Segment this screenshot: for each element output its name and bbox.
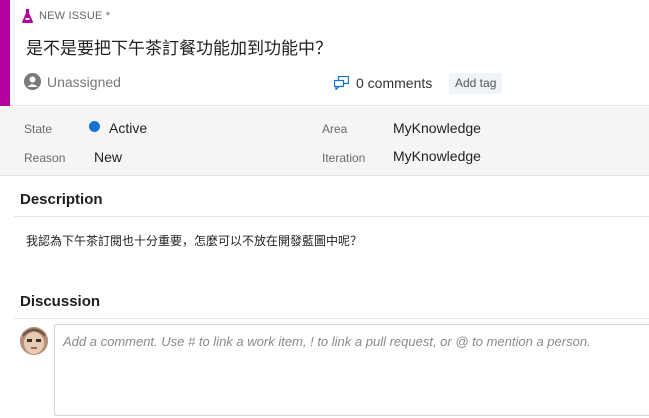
state-label: State bbox=[24, 122, 53, 136]
add-tag-button[interactable]: Add tag bbox=[449, 73, 503, 94]
issue-flask-icon bbox=[22, 9, 33, 23]
type-color-bar bbox=[0, 0, 10, 106]
work-item-header: NEW ISSUE * 是不是要把下午茶訂餐功能加到功能中？ Unassigne… bbox=[0, 0, 649, 106]
assignee-picker[interactable]: Unassigned bbox=[24, 73, 121, 90]
description-heading: Description bbox=[20, 191, 103, 208]
work-item-title[interactable]: 是不是要把下午茶訂餐功能加到功能中？ bbox=[26, 34, 332, 59]
current-user-avatar bbox=[20, 327, 48, 355]
comment-input[interactable] bbox=[55, 325, 649, 415]
comments-icon bbox=[334, 76, 349, 90]
comments-link[interactable]: 0 comments bbox=[334, 75, 432, 91]
state-value[interactable]: Active bbox=[109, 120, 147, 136]
discussion-heading: Discussion bbox=[20, 293, 101, 310]
unassigned-avatar-icon bbox=[24, 73, 41, 90]
reason-label: Reason bbox=[24, 151, 66, 165]
description-body[interactable]: 我認為下午茶訂閱也十分重要，怎麼可以不放在開發藍圖中呢？ bbox=[26, 232, 362, 249]
fields-panel bbox=[0, 107, 649, 176]
area-value[interactable]: MyKnowledge bbox=[393, 120, 481, 136]
description-divider bbox=[14, 216, 649, 217]
comments-count-label: 0 comments bbox=[356, 75, 433, 91]
state-active-icon bbox=[89, 121, 100, 132]
iteration-label: Iteration bbox=[322, 151, 366, 165]
area-label: Area bbox=[322, 122, 348, 136]
work-item-type-label: NEW ISSUE * bbox=[39, 10, 111, 22]
assignee-label: Unassigned bbox=[47, 73, 121, 90]
reason-value[interactable]: New bbox=[94, 149, 122, 165]
work-item-type: NEW ISSUE * bbox=[22, 9, 110, 23]
comment-box bbox=[54, 324, 649, 416]
discussion-divider bbox=[14, 318, 649, 319]
iteration-value[interactable]: MyKnowledge bbox=[393, 148, 481, 164]
